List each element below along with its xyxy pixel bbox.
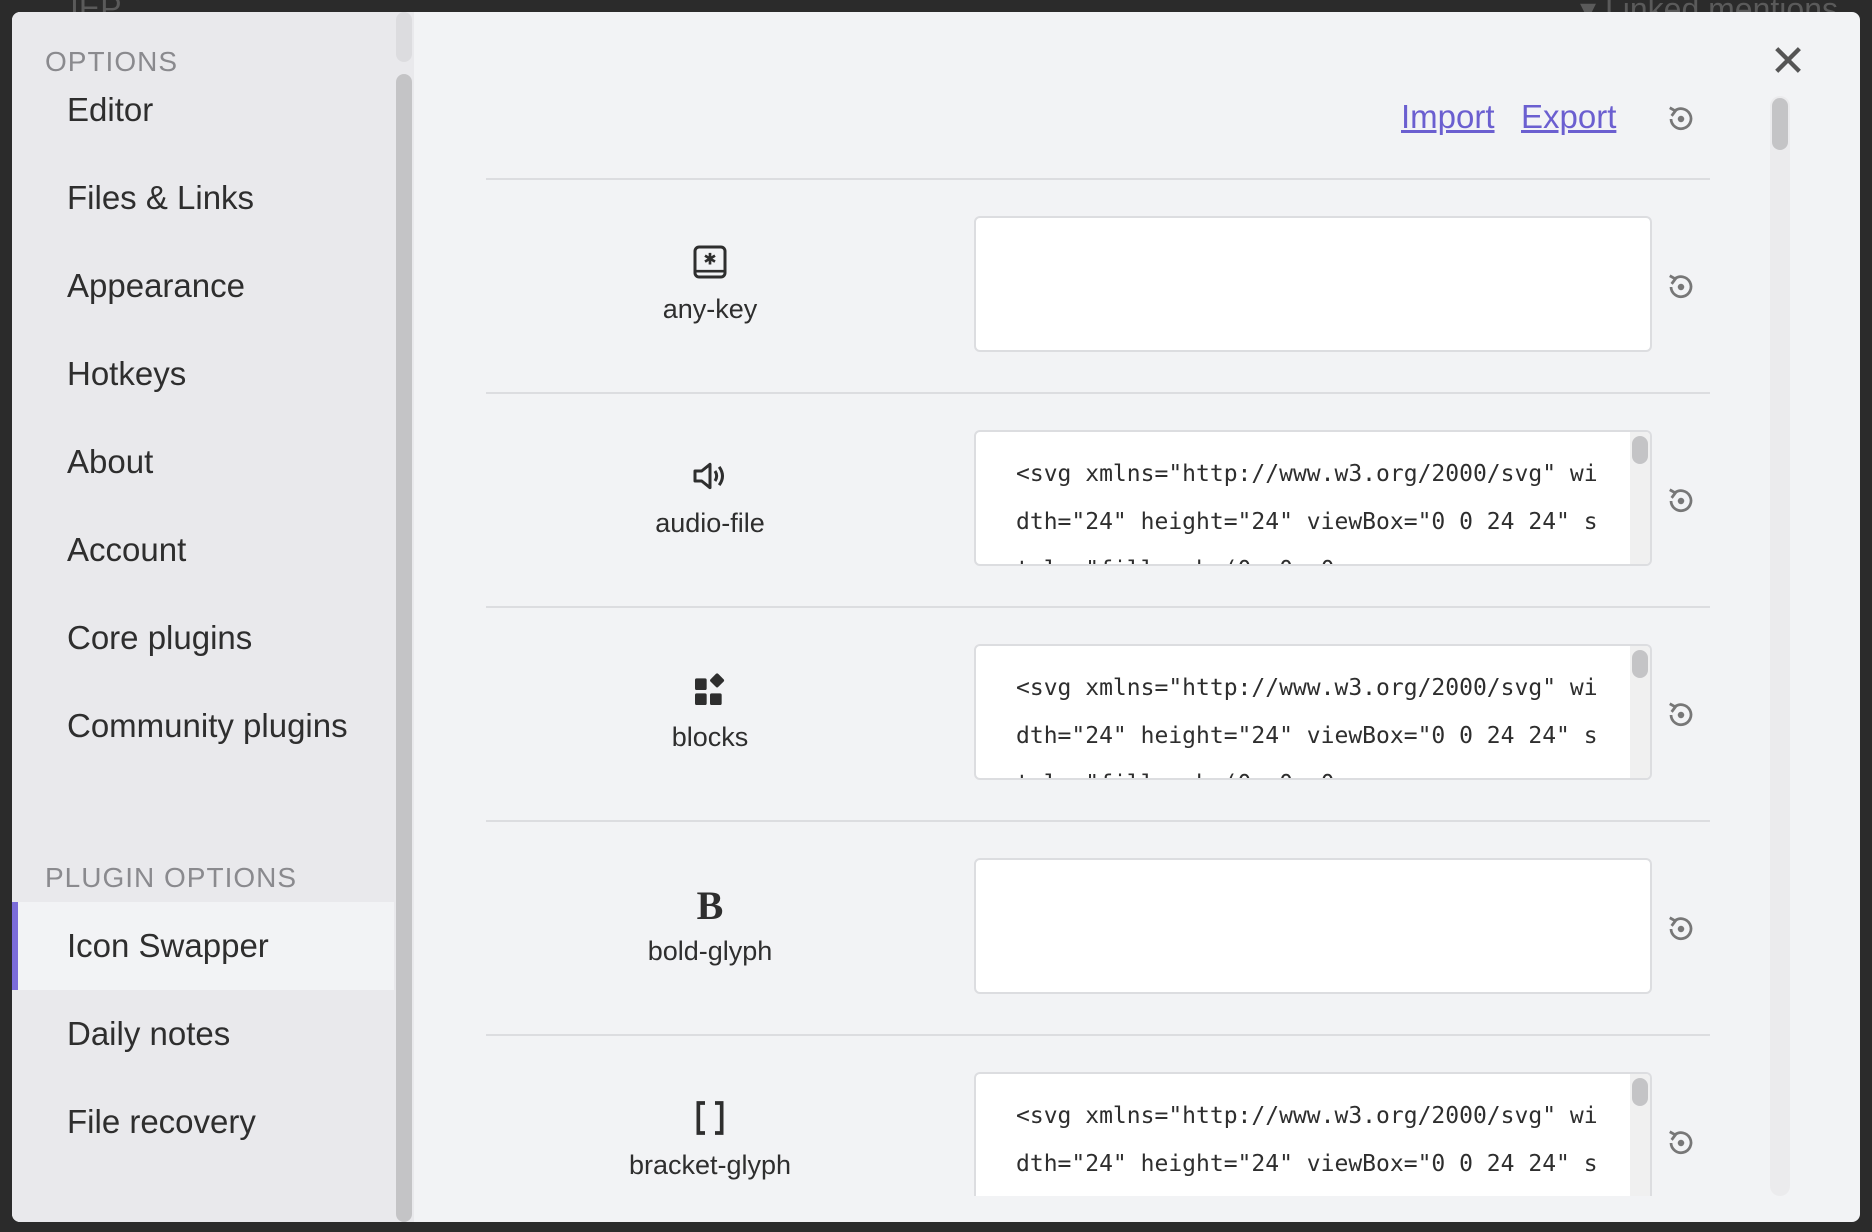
settings-sidebar: OPTIONS Editor Files & Links Appearance … [12,12,394,1222]
icon-name-label: any-key [662,294,758,324]
reset-icon[interactable] [1666,272,1696,302]
export-link[interactable]: Export [1521,98,1616,136]
svg-textarea-content: <svg xmlns="http://www.w3.org/2000/svg" … [1016,461,1598,564]
blocks-icon [695,673,725,705]
sidebar-item-files-links[interactable]: Files & Links [12,154,394,242]
icon-cell-any-key: any-key [486,242,934,325]
settings-modal: OPTIONS Editor Files & Links Appearance … [12,12,1860,1222]
row-divider [486,1034,1710,1036]
close-icon[interactable]: ✕ [1768,40,1808,84]
sidebar-item-about[interactable]: About [12,418,394,506]
sidebar-item-account[interactable]: Account [12,506,394,594]
icon-cell-blocks: blocks [486,670,934,753]
reset-icon[interactable] [1666,914,1696,944]
svg-textarea-content: <svg xmlns="http://www.w3.org/2000/svg" … [1016,675,1598,778]
icon-name-label: bracket-glyph [628,1150,792,1180]
textarea-scrollbar[interactable] [1630,1074,1650,1196]
plugin-options-heading: PLUGIN OPTIONS [45,862,298,893]
icon-name-label: bold-glyph [647,936,773,966]
import-link[interactable]: Import [1401,98,1495,136]
svg-textarea-audio-file[interactable]: <svg xmlns="http://www.w3.org/2000/svg" … [974,430,1652,566]
icon-cell-bold-glyph: B bold-glyph [486,884,934,967]
sidebar-scrollbar-thumb[interactable] [396,74,412,1222]
icon-cell-audio-file: audio-file [486,456,934,539]
row-divider [486,178,1710,180]
row-divider [486,606,1710,608]
icon-name-label: audio-file [655,508,765,538]
textarea-scrollbar[interactable] [1630,432,1650,564]
svg-text:B: B [697,884,724,924]
icon-name-label: blocks [671,722,749,752]
any-key-icon [693,245,727,279]
speaker-icon [693,462,724,490]
reset-all-icon[interactable] [1666,104,1696,134]
sidebar-item-file-recovery[interactable]: File recovery [12,1078,394,1166]
sidebar-item-icon-swapper[interactable]: Icon Swapper [12,902,394,990]
sidebar-item-editor[interactable]: Editor [12,66,394,154]
svg-textarea-any-key[interactable] [974,216,1652,352]
reset-icon[interactable] [1666,486,1696,516]
sidebar-item-community-plugins[interactable]: Community plugins [12,682,394,770]
bold-icon: B [697,884,724,924]
svg-textarea-bracket-glyph[interactable]: <svg xmlns="http://www.w3.org/2000/svg" … [974,1072,1652,1196]
sidebar-item-daily-notes[interactable]: Daily notes [12,990,394,1078]
sidebar-item-hotkeys[interactable]: Hotkeys [12,330,394,418]
reset-icon[interactable] [1666,1128,1696,1158]
reset-icon[interactable] [1666,700,1696,730]
bracket-icon [696,1101,724,1135]
content-scrollbar-thumb[interactable] [1772,98,1788,150]
row-divider [486,392,1710,394]
sidebar-item-core-plugins[interactable]: Core plugins [12,594,394,682]
sidebar-item-appearance[interactable]: Appearance [12,242,394,330]
icon-cell-bracket-glyph: bracket-glyph [486,1098,934,1181]
row-divider [486,820,1710,822]
svg-textarea-bold-glyph[interactable] [974,858,1652,994]
sidebar-scrollbar-top [396,12,412,62]
textarea-scrollbar[interactable] [1630,646,1650,778]
svg-textarea-content: <svg xmlns="http://www.w3.org/2000/svg" … [1016,1103,1598,1177]
svg-textarea-blocks[interactable]: <svg xmlns="http://www.w3.org/2000/svg" … [974,644,1652,780]
content-scrollbar[interactable] [1770,96,1790,1196]
